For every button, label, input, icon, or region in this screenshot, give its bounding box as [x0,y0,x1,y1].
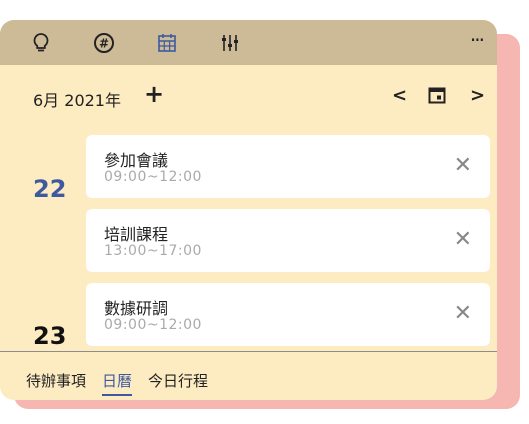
day-number: 22 [33,175,67,203]
add-event-button[interactable]: + [144,82,164,106]
event-time: 09:00~12:00 [104,317,202,333]
bottom-tabs: 待辦事項 日曆 今日行程 [26,370,224,396]
event-time: 09:00~12:00 [104,169,202,185]
sliders-icon[interactable] [216,29,244,57]
month-bar: 6月 2021年 + < > [0,76,497,116]
close-icon[interactable]: ✕ [454,227,472,252]
more-options-icon[interactable]: ··· [470,30,485,50]
next-month-button[interactable]: > [470,85,485,106]
svg-text:#: # [99,37,109,51]
hashtag-icon[interactable]: # [90,29,118,57]
day-number: 23 [33,322,67,350]
month-label: 6月 2021年 [33,91,121,110]
tab-today-schedule[interactable]: 今日行程 [148,370,208,396]
calendar-grid-icon[interactable] [153,29,181,57]
event-card[interactable]: 參加會議 09:00~12:00 ✕ [86,135,490,198]
event-card[interactable]: 培訓課程 13:00~17:00 ✕ [86,209,490,272]
event-title: 數據研調 [104,299,169,318]
lightbulb-icon[interactable] [27,29,55,57]
event-title: 培訓課程 [104,225,169,244]
event-card[interactable]: 數據研調 09:00~12:00 ✕ [86,283,490,346]
calendar-widget: # ··· 6月 2021年 + < > 22 參加會議 09:00~12:00… [0,20,497,400]
today-calendar-icon[interactable] [428,86,446,108]
event-time: 13:00~17:00 [104,243,202,259]
close-icon[interactable]: ✕ [454,301,472,326]
event-title: 參加會議 [104,151,169,170]
prev-month-button[interactable]: < [392,85,407,106]
footer-divider [0,351,497,352]
toolbar: # ··· [0,20,497,65]
close-icon[interactable]: ✕ [454,153,472,178]
tab-todo[interactable]: 待辦事項 [26,370,86,396]
tab-calendar[interactable]: 日曆 [102,370,133,396]
